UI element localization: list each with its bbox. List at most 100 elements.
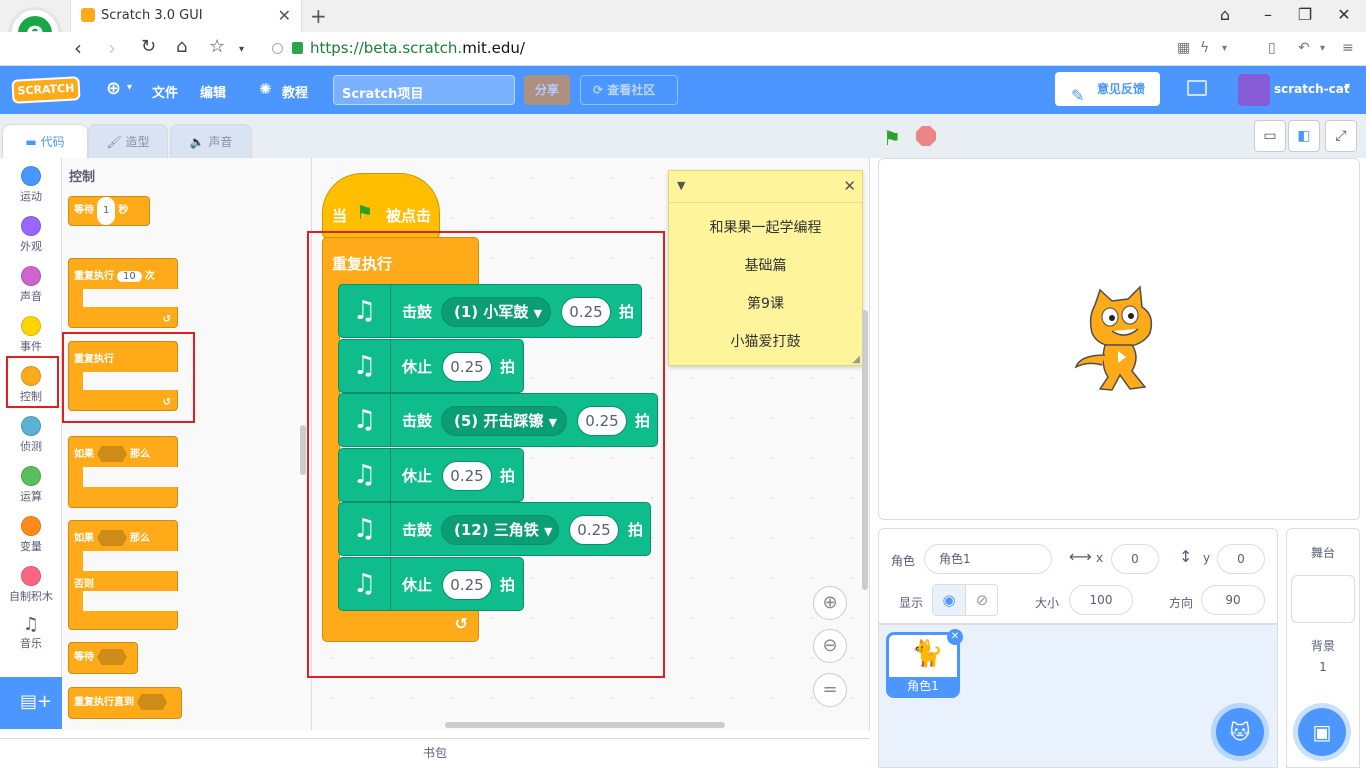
repeat-block[interactable]: 重复执行 10 次 ↺: [68, 258, 179, 328]
direction-input[interactable]: 90: [1201, 585, 1265, 615]
skin-shirt-icon[interactable]: ⌂: [1215, 5, 1235, 24]
window-close-icon[interactable]: ✕: [1334, 5, 1354, 24]
maximize-icon[interactable]: ❐: [1295, 5, 1315, 24]
highlight-forever-block: [62, 332, 195, 423]
sprite-thumbnail[interactable]: 🐈 角色1 ✕: [886, 629, 963, 698]
wait-seconds-block[interactable]: 等待 1 秒: [68, 196, 150, 226]
resize-handle-icon[interactable]: ◢: [852, 354, 860, 365]
palette-scrollbar[interactable]: [300, 425, 306, 475]
undo-dropdown-icon[interactable]: ▾: [1320, 43, 1325, 54]
stop-sign-icon[interactable]: [916, 126, 936, 146]
url-field[interactable]: https://beta.scratch.mit.edu/: [262, 38, 1162, 60]
zoom-in-icon[interactable]: ⊕: [813, 586, 847, 620]
backdrop-thumbnail[interactable]: [1291, 575, 1355, 623]
repeat-until-block[interactable]: 重复执行直到: [68, 687, 182, 719]
lightning-icon[interactable]: ϟ: [1200, 40, 1209, 56]
tab-sounds[interactable]: 🔈 声音: [170, 124, 252, 158]
language-globe-icon[interactable]: ⊕: [106, 78, 121, 99]
reload-icon[interactable]: ↻: [141, 36, 156, 57]
when-flag-clicked-block[interactable]: 当 ⚑ 被点击: [322, 173, 440, 239]
category-events[interactable]: 事件: [0, 308, 62, 358]
backpack-bar[interactable]: 书包: [0, 738, 870, 768]
minimize-icon[interactable]: –: [1258, 5, 1278, 24]
add-extension-button[interactable]: ▤+: [0, 677, 62, 729]
lightning-dropdown-icon[interactable]: ▾: [1222, 43, 1227, 54]
block-label: 秒: [118, 205, 129, 216]
add-sprite-button[interactable]: 🐱: [1216, 708, 1264, 756]
condition-slot[interactable]: [97, 649, 127, 665]
tablet-icon[interactable]: ▯: [1268, 40, 1276, 56]
delete-sprite-icon[interactable]: ✕: [947, 629, 963, 645]
zoom-reset-icon[interactable]: =: [813, 673, 847, 707]
category-variables[interactable]: 变量: [0, 508, 62, 558]
zoom-out-icon[interactable]: ⊖: [813, 629, 847, 663]
hide-eye-icon[interactable]: ⊘: [966, 585, 998, 615]
condition-slot[interactable]: [97, 446, 127, 462]
block-label: 被点击: [386, 207, 432, 225]
undo-icon[interactable]: ↶: [1298, 40, 1310, 56]
home-icon[interactable]: ⌂: [176, 36, 187, 57]
share-button[interactable]: 分享: [524, 75, 570, 105]
category-sensing[interactable]: 侦测: [0, 408, 62, 458]
scratch-logo[interactable]: SCRATCH: [11, 76, 81, 104]
project-title-input[interactable]: Scratch项目: [333, 75, 515, 105]
sprite-name-input[interactable]: 角色1: [924, 544, 1052, 574]
size-input[interactable]: 100: [1069, 585, 1133, 615]
category-my-blocks[interactable]: 自制积木: [0, 558, 62, 608]
menu-file[interactable]: 文件: [152, 82, 178, 101]
workspace-vertical-scrollbar[interactable]: [862, 310, 868, 590]
repeat-input[interactable]: 10: [117, 271, 142, 282]
normal-stage-icon[interactable]: ◧: [1288, 120, 1320, 152]
if-then-block[interactable]: 如果 那么: [68, 436, 179, 508]
block-label: 次: [144, 271, 155, 282]
close-tab-icon[interactable]: ✕: [278, 6, 291, 25]
condition-slot[interactable]: [137, 694, 167, 710]
see-community-button[interactable]: ⟳ 查看社区: [580, 75, 678, 105]
user-name[interactable]: scratch-cat: [1274, 82, 1350, 96]
menu-edit[interactable]: 编辑: [200, 82, 226, 101]
category-label: 运动: [20, 190, 42, 203]
show-eye-icon[interactable]: ◉: [933, 585, 966, 615]
category-sound[interactable]: 声音: [0, 258, 62, 308]
x-input[interactable]: 0: [1111, 544, 1159, 574]
category-motion[interactable]: 运动: [0, 158, 62, 208]
sprite-name-label: 角色: [891, 554, 916, 568]
wait-until-block[interactable]: 等待: [68, 642, 138, 674]
tab-code[interactable]: ▬ 代码: [2, 124, 88, 159]
back-arrow-icon[interactable]: ‹: [74, 36, 82, 60]
workspace-horizontal-scrollbar[interactable]: [445, 722, 725, 728]
note-header[interactable]: ▼ ✕: [669, 171, 862, 203]
condition-slot[interactable]: [97, 530, 127, 546]
wait-input[interactable]: 1: [97, 197, 116, 225]
user-avatar[interactable]: [1238, 74, 1270, 106]
category-looks[interactable]: 外观: [0, 208, 62, 258]
fullscreen-icon[interactable]: ⤢: [1325, 120, 1357, 152]
collapse-caret-icon[interactable]: ▼: [677, 179, 685, 192]
y-input[interactable]: 0: [1217, 544, 1265, 574]
if-else-block[interactable]: 如果 那么 否则: [68, 520, 179, 630]
comment-note[interactable]: ▼ ✕ 和果果一起学编程 基础篇 第9课 小猫爱打鼓 ◢: [668, 170, 863, 366]
browser-tab[interactable]: Scratch 3.0 GUI ✕: [70, 0, 302, 32]
add-backdrop-button[interactable]: ▣: [1298, 708, 1346, 756]
favorite-star-icon[interactable]: ☆: [209, 36, 225, 57]
forward-arrow-icon[interactable]: ›: [108, 36, 116, 60]
browser-menu-icon[interactable]: ≡: [1342, 40, 1354, 56]
new-tab-plus-icon[interactable]: +: [310, 4, 327, 28]
scratch-cat-sprite[interactable]: [1070, 285, 1170, 395]
site-info-icon[interactable]: [272, 43, 283, 54]
menu-tutorials[interactable]: 教程: [282, 82, 308, 101]
language-dropdown-icon[interactable]: ▾: [127, 82, 132, 93]
category-music[interactable]: ♫ 音乐: [0, 608, 62, 658]
feedback-button[interactable]: ✎ 意见反馈: [1055, 72, 1160, 106]
stage-title: 舞台: [1310, 546, 1335, 560]
qr-code-icon[interactable]: ▦: [1177, 40, 1190, 56]
sprite-thumbnail-label: 角色1: [889, 677, 957, 695]
close-note-icon[interactable]: ✕: [843, 177, 856, 195]
my-stuff-folder-icon[interactable]: [1187, 80, 1207, 96]
tab-costumes[interactable]: 🖌 造型: [88, 124, 168, 158]
favorite-dropdown-icon[interactable]: ▾: [239, 44, 244, 55]
small-stage-icon[interactable]: ▭: [1254, 120, 1286, 152]
green-flag-icon[interactable]: ⚑: [883, 126, 901, 150]
category-operators[interactable]: 运算: [0, 458, 62, 508]
user-dropdown-icon[interactable]: ▾: [1345, 81, 1350, 92]
